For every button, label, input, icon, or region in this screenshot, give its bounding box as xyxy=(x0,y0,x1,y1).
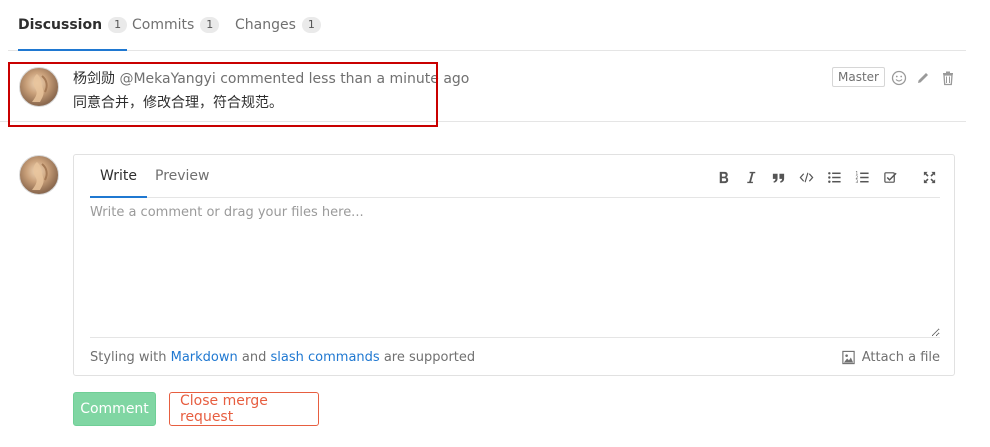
author-avatar[interactable] xyxy=(19,67,59,107)
avatar-image xyxy=(32,162,48,190)
smiley-icon[interactable] xyxy=(890,68,908,88)
tab-commits-label: Commits xyxy=(132,17,195,33)
footer-prefix: Styling with xyxy=(90,349,167,365)
quote-icon[interactable] xyxy=(769,167,787,187)
tab-commits[interactable]: Commits 1 xyxy=(132,0,220,50)
numbered-list-icon[interactable]: 123 xyxy=(853,167,871,187)
attach-file-button[interactable]: Attach a file xyxy=(841,338,940,376)
author-handle[interactable]: @MekaYangyi xyxy=(119,71,215,87)
pencil-icon[interactable] xyxy=(914,68,932,88)
role-badge: Master xyxy=(832,67,885,87)
tab-changes-label: Changes xyxy=(235,17,296,33)
discussion-note: 杨剑勋 @MekaYangyi commented less than a mi… xyxy=(0,51,966,122)
tab-changes[interactable]: Changes 1 xyxy=(235,0,321,50)
attach-file-label: Attach a file xyxy=(861,349,940,365)
comment-form: Write Preview 123 Styling with Markdown xyxy=(73,154,955,376)
code-icon[interactable] xyxy=(797,167,815,187)
footer-suffix: are supported xyxy=(383,349,476,365)
trash-icon[interactable] xyxy=(939,68,957,88)
tab-write[interactable]: Write xyxy=(90,155,147,198)
tab-changes-count: 1 xyxy=(301,17,321,33)
comment-textarea[interactable] xyxy=(90,205,940,337)
note-timestamp: commented less than a minute ago xyxy=(220,71,470,87)
markdown-link[interactable]: Markdown xyxy=(171,350,238,365)
note-header: 杨剑勋 @MekaYangyi commented less than a mi… xyxy=(73,68,469,88)
note-body: 同意合并，修改合理，符合规范。 xyxy=(73,95,283,111)
merge-request-tabs: Discussion 1 Commits 1 Changes 1 xyxy=(8,0,966,51)
tab-preview[interactable]: Preview xyxy=(155,155,210,197)
avatar-image xyxy=(32,74,48,102)
task-list-icon[interactable] xyxy=(881,167,899,187)
fullscreen-icon[interactable] xyxy=(920,167,938,187)
tab-discussion[interactable]: Discussion 1 xyxy=(18,0,128,51)
current-user-avatar xyxy=(19,155,59,195)
tab-discussion-count: 1 xyxy=(108,17,128,33)
form-footer: Styling with Markdown and slash commands… xyxy=(90,337,940,376)
slash-commands-link[interactable]: slash commands xyxy=(271,350,380,365)
close-merge-request-button[interactable]: Close merge request xyxy=(169,392,319,426)
bold-icon[interactable] xyxy=(714,167,732,187)
svg-text:3: 3 xyxy=(855,179,858,184)
comment-button[interactable]: Comment xyxy=(73,392,156,426)
image-icon xyxy=(842,350,855,364)
editor-tabs: Write Preview 123 xyxy=(90,155,940,198)
italic-icon[interactable] xyxy=(742,167,760,187)
footer-and: and xyxy=(241,349,267,365)
tab-commits-count: 1 xyxy=(200,17,220,33)
bullet-list-icon[interactable] xyxy=(825,167,843,187)
author-name[interactable]: 杨剑勋 xyxy=(73,71,115,87)
tab-discussion-label: Discussion xyxy=(18,17,103,33)
